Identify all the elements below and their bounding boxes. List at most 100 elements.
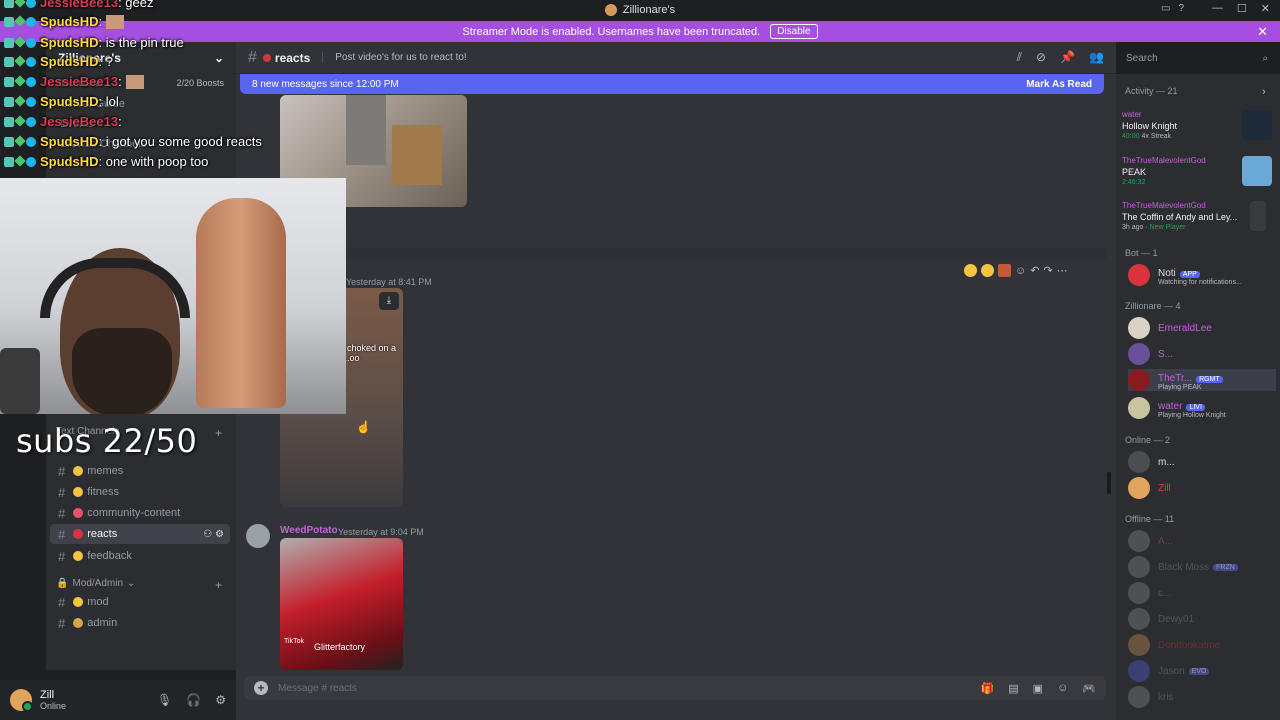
gif-icon[interactable]: ▤ xyxy=(1008,682,1018,695)
window-controls: — ☐ ✕ xyxy=(1212,2,1270,15)
avatar xyxy=(1128,369,1150,391)
close-window-icon[interactable]: ✕ xyxy=(1261,2,1270,15)
member-item[interactable]: Donttookatme xyxy=(1128,634,1276,656)
add-channel-icon[interactable]: + xyxy=(215,578,222,592)
gift-icon[interactable]: 🎁 xyxy=(981,682,995,695)
member-item[interactable]: S... xyxy=(1128,343,1276,365)
channel-controls: ⚇ ⚙ xyxy=(203,529,224,540)
user-controls: 🎙 🎧 ⚙ xyxy=(157,693,226,707)
add-reaction-icon[interactable]: ☺ xyxy=(1015,265,1026,277)
mark-as-read-button[interactable]: Mark As Read xyxy=(1026,79,1092,90)
member-item[interactable]: m... xyxy=(1128,451,1276,473)
gear-icon[interactable]: ⚙ xyxy=(215,693,226,707)
download-icon[interactable]: ⤓ xyxy=(379,292,399,310)
reaction-laugh-icon[interactable] xyxy=(964,264,977,277)
member-item[interactable]: A... xyxy=(1128,530,1276,552)
image-content xyxy=(392,125,442,185)
microphone-icon[interactable]: 🎙 xyxy=(157,693,172,707)
activity-card[interactable]: water Hollow Knight 40:00 4x Streak xyxy=(1122,110,1272,150)
threads-icon[interactable]: ⫽ xyxy=(1017,50,1022,65)
add-attachment-icon[interactable]: + xyxy=(254,681,268,695)
user-info[interactable]: Zill Online xyxy=(40,689,66,711)
message-hover-toolbar: ☺ ↶ ↷ ⋯ xyxy=(964,264,1068,277)
message-composer[interactable]: + Message # reacts 🎁 ▤ ▣ ☺ 🎮 xyxy=(244,676,1106,700)
message-timestamp: Yesterday at 9:04 PM xyxy=(338,527,424,537)
channel-admin[interactable]: # admin xyxy=(50,613,230,633)
member-item[interactable]: TheTr... RGMT Playing PEAK xyxy=(1128,369,1276,391)
apps-icon[interactable]: 🎮 xyxy=(1082,682,1096,695)
more-icon[interactable]: ⋯ xyxy=(1057,264,1068,277)
member-item[interactable]: Zill xyxy=(1128,477,1276,499)
channel-topic[interactable]: Post video's for us to react to! xyxy=(322,52,467,63)
member-item[interactable]: Noti APP Watching for notifications... xyxy=(1128,264,1276,286)
webcam-content xyxy=(196,198,286,408)
reaction-custom-icon[interactable] xyxy=(998,264,1011,277)
invite-icon[interactable]: ⚇ xyxy=(203,529,212,540)
member-name: Jason xyxy=(1158,665,1185,677)
channel-emoji-icon xyxy=(73,551,84,561)
member-name: c... xyxy=(1158,587,1172,599)
member-info: Noti APP Watching for notifications... xyxy=(1158,268,1242,286)
channel-mod[interactable]: # mod xyxy=(50,592,230,612)
game-art xyxy=(1250,201,1266,231)
gear-icon[interactable]: ⚙ xyxy=(215,529,224,540)
channel-memes[interactable]: # memes xyxy=(50,461,230,481)
role-header: Zillionare — 4 xyxy=(1125,301,1181,311)
search-input[interactable]: Search ⌕ xyxy=(1120,48,1274,68)
avatar[interactable] xyxy=(10,689,33,712)
mute-bell-icon[interactable]: ⊘ xyxy=(1036,50,1046,65)
offline-header: Offline — 11 xyxy=(1125,514,1175,524)
member-item[interactable]: water LIVI Playing Hollow Knight xyxy=(1128,397,1276,419)
inbox-icon[interactable]: ▭ xyxy=(1161,3,1170,14)
member-name: Donttookatme xyxy=(1158,639,1221,651)
sticker-icon[interactable]: ▣ xyxy=(1033,682,1043,695)
avatar xyxy=(1128,343,1150,365)
channel-fitness[interactable]: # fitness xyxy=(50,482,230,502)
members-icon[interactable]: 👥 xyxy=(1089,50,1104,65)
message-author[interactable]: WeedPotato xyxy=(280,525,338,536)
category-mod-admin[interactable]: 🔒 Mod/Admin ⌄ xyxy=(56,578,135,589)
member-item[interactable]: Black Moss FRZN xyxy=(1128,556,1276,578)
forward-icon[interactable]: ↷ xyxy=(1043,264,1052,277)
member-item[interactable]: kris xyxy=(1128,686,1276,708)
member-item[interactable]: c... xyxy=(1128,582,1276,604)
badges-icon xyxy=(4,54,36,67)
chat-image-icon xyxy=(106,14,125,29)
chevron-right-icon[interactable]: › xyxy=(1262,86,1266,98)
badges-icon xyxy=(4,74,36,87)
help-icon[interactable]: ? xyxy=(1178,3,1184,14)
hash-icon: # xyxy=(58,505,66,521)
member-info: TheTr... RGMT Playing PEAK xyxy=(1150,369,1223,391)
disable-streamer-mode-button[interactable]: Disable xyxy=(770,24,818,39)
chat-scrollbar[interactable] xyxy=(1107,472,1111,494)
channel-reacts[interactable]: # reacts ⚇ ⚙ xyxy=(50,524,230,544)
reply-icon[interactable]: ↶ xyxy=(1030,264,1039,277)
webcam-overlay xyxy=(0,178,346,414)
member-item[interactable]: Dewy01 xyxy=(1128,608,1276,630)
new-messages-bar[interactable]: 8 new messages since 12:00 PM Mark As Re… xyxy=(240,74,1104,94)
maximize-icon[interactable]: ☐ xyxy=(1237,2,1247,15)
game-art xyxy=(1242,156,1272,186)
titlebar-tools: ▭ ? xyxy=(1161,3,1184,14)
member-item[interactable]: EmeraldLee xyxy=(1128,317,1276,339)
minimize-icon[interactable]: — xyxy=(1212,2,1223,15)
emoji-icon[interactable]: ☺ xyxy=(1057,682,1068,695)
server-icon xyxy=(604,4,617,16)
lock-icon: 🔒 xyxy=(56,578,69,589)
avatar xyxy=(1128,582,1150,604)
pin-icon[interactable]: 📌 xyxy=(1060,50,1075,65)
reaction-cry-icon[interactable] xyxy=(981,264,994,277)
member-item[interactable]: Jason EVO xyxy=(1128,660,1276,682)
avatar xyxy=(1128,660,1150,682)
channel-community-content[interactable]: # community-content xyxy=(50,503,230,523)
headphones-icon[interactable]: 🎧 xyxy=(186,693,201,707)
add-channel-icon[interactable]: + xyxy=(215,426,222,440)
activity-card[interactable]: TheTrueMalevolentGod PEAK 2:46:32 xyxy=(1122,156,1272,196)
attachment-video[interactable]: TikTok Glitterfactory xyxy=(280,538,403,670)
channel-feedback[interactable]: # feedback xyxy=(50,546,230,566)
image-content xyxy=(346,95,386,165)
avatar[interactable] xyxy=(246,524,270,548)
close-banner-icon[interactable]: ✕ xyxy=(1257,24,1268,40)
activity-card[interactable]: TheTrueMalevolentGod The Coffin of Andy … xyxy=(1122,201,1272,241)
member-name: Dewy01 xyxy=(1158,613,1195,625)
